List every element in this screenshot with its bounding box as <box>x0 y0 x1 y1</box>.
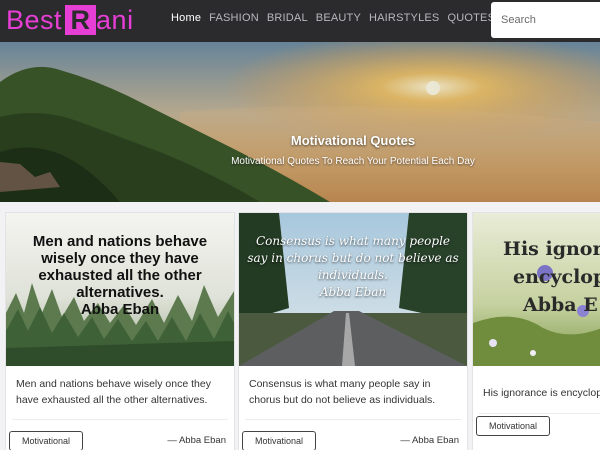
card-divider <box>479 413 600 414</box>
image-quote-text: Men and nations behave wisely once they … <box>32 233 208 301</box>
logo-prefix: Best <box>6 5 63 35</box>
quote-card[interactable]: Men and nations behave wisely once they … <box>5 212 235 450</box>
quote-text: His ignorance is encyclope <box>483 387 600 399</box>
image-quote-author: Abba Eban <box>80 301 160 318</box>
category-tag-button[interactable]: Motivational <box>476 416 550 436</box>
hero-subtitle: Motivational Quotes To Reach Your Potent… <box>231 156 475 167</box>
search-input[interactable] <box>491 2 600 38</box>
card-divider <box>12 419 228 420</box>
image-quote-author: Abba E <box>523 294 598 316</box>
hero-title: Motivational Quotes <box>290 133 416 148</box>
nav-home[interactable]: Home <box>171 12 201 24</box>
nav-hairstyles[interactable]: HAIRSTYLES <box>369 12 439 24</box>
image-quote-line1: His ignor <box>503 238 600 260</box>
main-nav: Home FASHION BRIDAL BEAUTY HAIRSTYLES QU… <box>171 12 503 24</box>
logo-box: R <box>65 5 97 35</box>
image-quote-text: Consensus is what many people say in cho… <box>247 234 459 282</box>
quote-text: Consensus is what many people say in cho… <box>249 378 436 406</box>
image-quote-author: Abba Eban <box>319 285 387 299</box>
image-quote-overlay: His ignor encyclop Abba E <box>503 235 600 319</box>
nav-bridal[interactable]: BRIDAL <box>267 12 308 24</box>
image-quote-overlay: Consensus is what many people say in cho… <box>245 233 461 301</box>
nav-quotes[interactable]: QUOTES <box>447 12 495 24</box>
top-navigation-bar: Best Rani Home FASHION BRIDAL BEAUTY HAIR… <box>0 0 600 42</box>
quote-card[interactable]: His ignor encyclop Abba E His ignorance … <box>472 212 600 450</box>
category-tag-button[interactable]: Motivational <box>9 431 83 450</box>
hero-banner: Motivational Quotes Motivational Quotes … <box>0 42 600 202</box>
card-divider <box>245 419 461 420</box>
site-logo[interactable]: Best Rani <box>6 4 134 36</box>
image-quote-overlay: Men and nations behave wisely once they … <box>12 233 228 318</box>
quote-card-image[interactable]: Consensus is what many people say in cho… <box>239 213 467 366</box>
image-quote-line2: encyclop <box>513 266 600 288</box>
category-tag-button[interactable]: Motivational <box>242 431 316 450</box>
quote-cards-row: Men and nations behave wisely once they … <box>0 202 600 450</box>
quote-text: Men and nations behave wisely once they … <box>16 378 211 406</box>
hero-landscape-image <box>0 42 600 202</box>
quote-author: — Abba Eban <box>167 435 226 446</box>
quote-card-image[interactable]: His ignor encyclop Abba E <box>473 213 600 366</box>
quote-author: — Abba Eban <box>400 435 459 446</box>
nav-fashion[interactable]: FASHION <box>209 12 259 24</box>
quote-card-image[interactable]: Men and nations behave wisely once they … <box>6 213 234 366</box>
nav-beauty[interactable]: BEAUTY <box>316 12 361 24</box>
logo-suffix: ani <box>96 5 134 35</box>
quote-card[interactable]: Consensus is what many people say in cho… <box>238 212 468 450</box>
